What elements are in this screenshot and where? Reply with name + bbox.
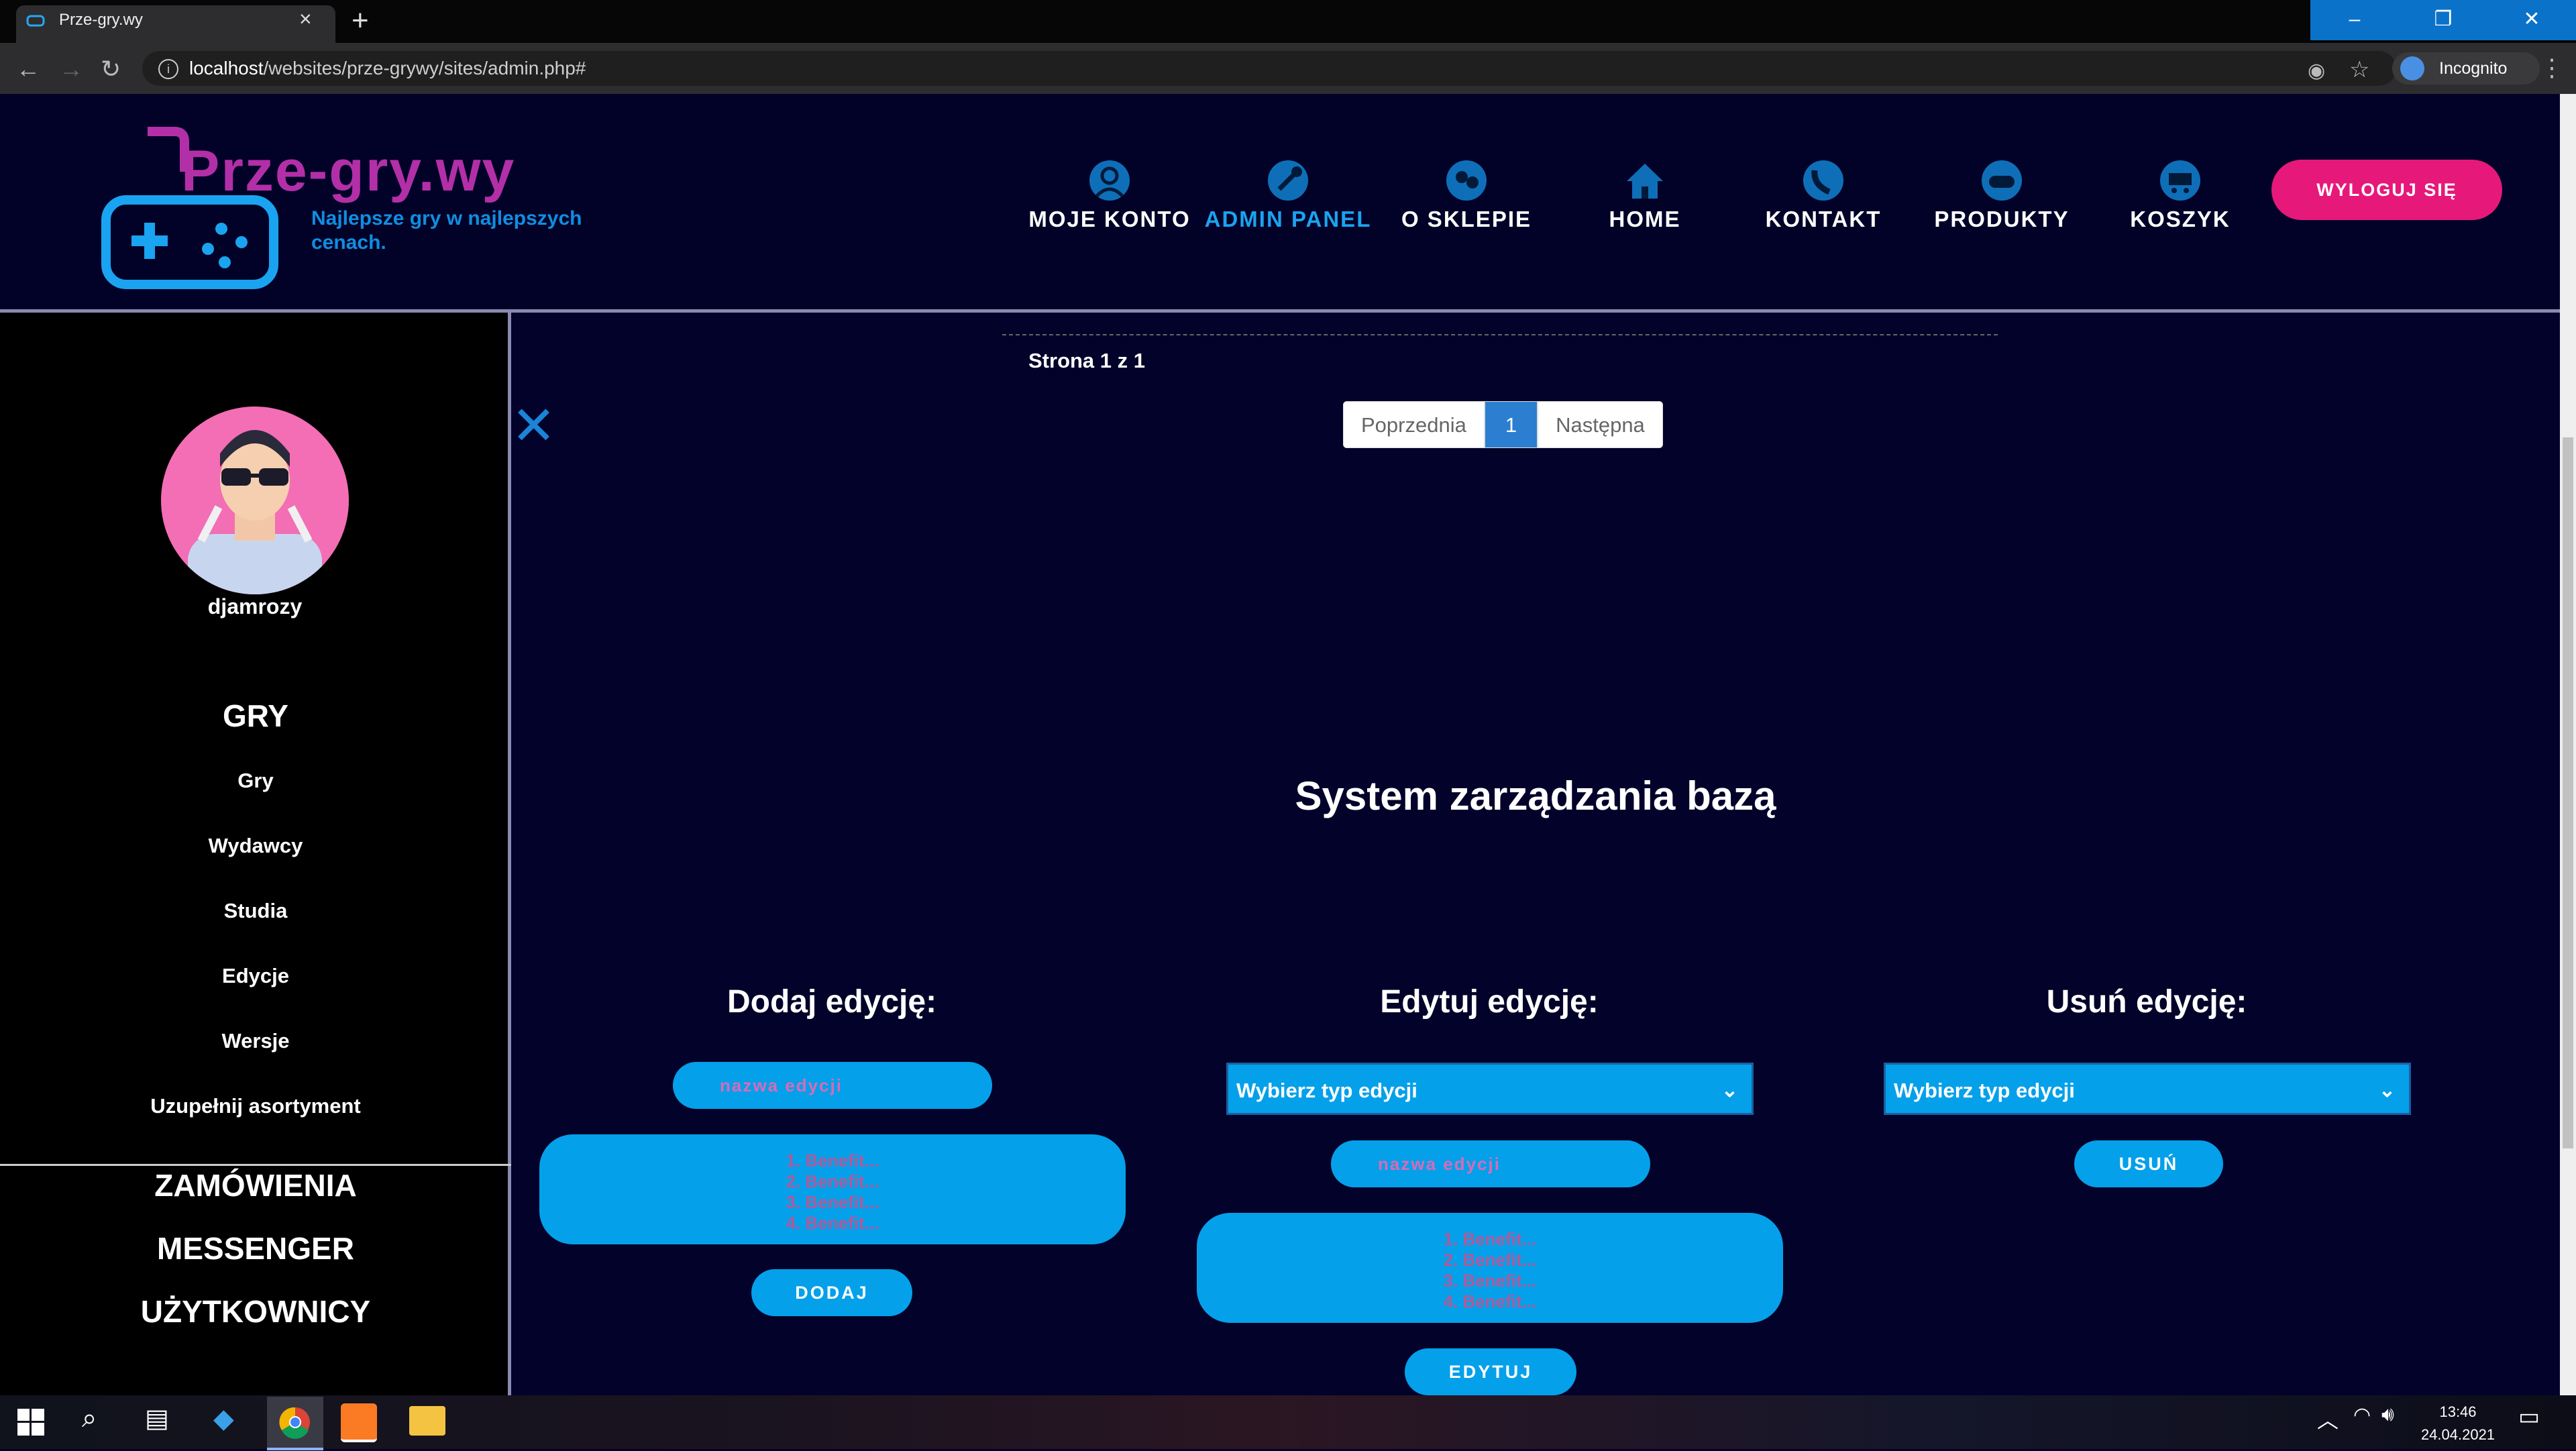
username: djamrozy [207,594,303,619]
clock-time: 13:46 [2439,1403,2477,1420]
file-explorer-icon[interactable] [409,1406,445,1436]
sidebar-section-games[interactable]: GRY [0,698,511,734]
nav-home[interactable]: HOME [1558,154,1732,232]
nav-products[interactable]: PRODUKTY [1915,154,2089,232]
sidebar-item-editions[interactable]: Edycje [0,964,511,988]
sidebar-item-publishers[interactable]: Wydawcy [0,834,511,858]
nav-label: MOJE KONTO [1028,207,1191,231]
search-icon[interactable]: ⌕ [82,1403,97,1434]
restore-button[interactable]: ❐ [2399,0,2487,40]
volume-icon[interactable]: 🔊︎ [2381,1403,2394,1426]
taskbar [0,1395,2576,1449]
close-tab-icon[interactable]: × [299,7,312,32]
account-icon [1089,160,1130,201]
star-icon[interactable]: ☆ [2349,56,2369,83]
edit-select-value: Wybierz typ edycji [1236,1079,1417,1102]
xampp-icon[interactable] [341,1403,377,1442]
sidebar-users[interactable]: UŻYTKOWNICY [0,1293,511,1330]
next-page-button[interactable]: Następna [1538,401,1663,448]
close-window-button[interactable]: ✕ [2487,0,2576,40]
incognito-icon [2400,56,2424,80]
url-path: /websites/prze-grywy/sites/admin.php# [263,58,586,78]
pagination: Poprzednia 1 Następna [1343,401,1663,448]
nav-cart[interactable]: KOSZYK [2093,154,2267,232]
edit-edition-benefits-textarea[interactable]: 1. Benefit... 2. Benefit... 3. Benefit..… [1197,1213,1783,1323]
nav-admin-panel[interactable]: ADMIN PANEL [1201,154,1375,232]
minimize-button[interactable]: – [2310,0,2399,40]
logo-text[interactable]: Prze-gry.wy [181,138,515,205]
sidebar-item-versions[interactable]: Wersje [0,1029,511,1053]
clock-date: 24.04.2021 [2420,1426,2496,1443]
avatar[interactable] [161,407,349,594]
scrollbar-thumb[interactable] [2563,437,2573,1148]
windows-start-icon[interactable] [17,1409,44,1436]
nav-label: ADMIN PANEL [1204,207,1372,231]
logout-button[interactable]: WYLOGUJ SIĘ [2271,160,2502,220]
site-info-icon[interactable]: i [158,59,178,79]
edit-edition-select[interactable]: Wybierz typ edycji ⌄ [1226,1063,1754,1115]
chevron-down-icon: ⌄ [1721,1079,1738,1101]
sidebar-orders[interactable]: ZAMÓWIENIA [0,1167,511,1203]
app-icon[interactable]: ◆ [213,1403,234,1434]
page-info: Strona 1 z 1 [1028,349,1145,372]
add-edition-title: Dodaj edycję: [727,984,937,1020]
url-text[interactable]: localhost/websites/prze-grywy/sites/admi… [189,58,586,79]
close-sidebar-icon[interactable]: ✕ [511,399,556,453]
clock[interactable]: 13:46 24.04.2021 [2404,1401,2512,1446]
nav-label: O SKLEPIE [1401,207,1532,231]
chrome-icon [279,1407,310,1439]
nav-my-account[interactable]: MOJE KONTO [1022,154,1197,232]
delete-select-value: Wybierz typ edycji [1894,1079,2075,1102]
gamepad-icon [1982,160,2022,201]
sidebar-item-restock[interactable]: Uzupełnij asortyment [0,1094,511,1118]
table-separator [1002,334,1998,335]
nav-label: HOME [1609,207,1681,231]
sidebar-item-studios[interactable]: Studia [0,899,511,923]
home-icon [1627,164,1663,199]
network-icon[interactable]: ◠ [2353,1403,2371,1427]
forward-icon[interactable]: → [59,55,83,83]
admin-icon [1268,160,1308,201]
sidebar-item-games[interactable]: Gry [0,769,511,793]
incognito-label: Incognito [2439,59,2508,78]
nav-label: KONTAKT [1765,207,1882,231]
delete-edition-title: Usuń edycję: [2046,984,2247,1020]
tab-title: Prze-gry.wy [59,11,143,29]
chrome-taskbar-button[interactable] [267,1397,323,1450]
notification-icon[interactable]: ▭ [2518,1403,2540,1430]
eye-off-icon[interactable]: ◉ [2308,59,2325,83]
browser-tab-bar [0,0,2576,43]
task-view-icon[interactable]: ▤ [145,1403,169,1434]
nav-label: KOSZYK [2130,207,2231,231]
avatar-image [188,430,322,594]
add-edition-name-input[interactable]: nazwa edycji [673,1062,992,1109]
nav-contact[interactable]: KONTAKT [1736,154,1911,232]
cart-icon [2160,160,2200,201]
new-tab-button[interactable]: + [352,4,369,38]
edit-button[interactable]: EDYTUJ [1405,1348,1576,1395]
menu-icon[interactable]: ⋮ [2540,54,2564,82]
gamepad-favicon-icon [26,15,45,27]
url-host: localhost [189,58,264,78]
add-button[interactable]: DODAJ [751,1269,912,1316]
back-icon[interactable]: ← [16,55,40,83]
delete-edition-select[interactable]: Wybierz typ edycji ⌄ [1884,1063,2411,1115]
sidebar-divider [0,1164,511,1166]
page-title: System zarządzania bazą [1295,773,1776,818]
current-page-button[interactable]: 1 [1484,401,1538,448]
edit-edition-name-input[interactable]: nazwa edycji [1331,1140,1650,1187]
add-edition-benefits-textarea[interactable]: 1. Benefit... 2. Benefit... 3. Benefit..… [539,1134,1126,1244]
phone-icon [1803,160,1843,201]
edit-edition-title: Edytuj edycję: [1380,984,1599,1020]
chevron-up-icon[interactable]: ︿ [2317,1403,2339,1434]
logo-tagline: Najlepsze gry w najlepszych cenach. [311,207,582,254]
nav-label: PRODUKTY [1934,207,2070,231]
about-icon [1446,160,1487,201]
nav-about[interactable]: O SKLEPIE [1379,154,1554,232]
sidebar-messenger[interactable]: MESSENGER [0,1230,511,1267]
chevron-down-icon: ⌄ [2378,1079,2396,1101]
reload-icon[interactable]: ↻ [101,55,121,83]
prev-page-button[interactable]: Poprzednia [1343,401,1485,448]
delete-button[interactable]: USUŃ [2074,1140,2223,1187]
